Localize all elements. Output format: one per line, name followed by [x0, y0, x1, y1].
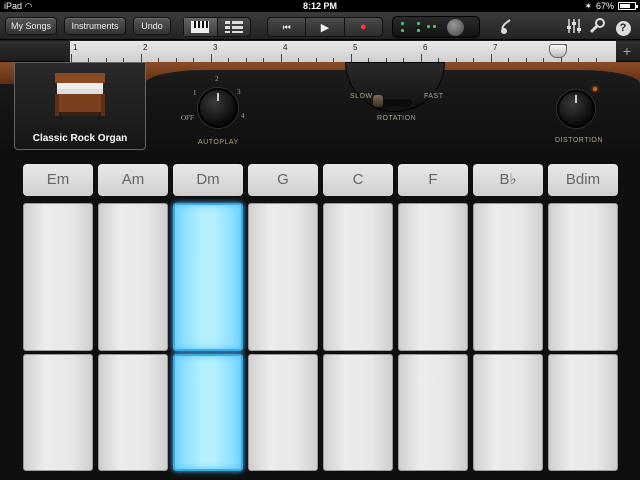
distortion-knob[interactable] — [557, 90, 595, 128]
chord-strip-upper[interactable] — [248, 203, 318, 351]
autoplay-pos-3: 3 — [237, 88, 241, 96]
rotation-fast-label: FAST — [424, 93, 444, 100]
bar-number: 3 — [213, 43, 218, 52]
chord-strip-lower[interactable] — [323, 354, 393, 471]
bar-number: 2 — [143, 43, 148, 52]
playhead-handle[interactable] — [549, 44, 567, 58]
level-led — [417, 29, 420, 32]
rotation-switch-lever[interactable] — [373, 95, 383, 107]
level-led — [427, 25, 430, 28]
settings-wrench-icon[interactable] — [588, 17, 606, 35]
instruments-button[interactable]: Instruments — [64, 17, 126, 35]
battery-percent: 67% — [595, 1, 614, 11]
organ-icon — [55, 73, 105, 116]
chord-label-em[interactable]: Em — [23, 164, 93, 196]
bar-number: 5 — [353, 43, 358, 52]
chord-label-f[interactable]: F — [398, 164, 468, 196]
keyboard-view-button[interactable] — [184, 18, 218, 36]
level-led — [401, 22, 404, 25]
add-section-button[interactable]: + — [618, 43, 636, 59]
chord-strip-upper-active[interactable] — [173, 203, 243, 351]
chord-strip-lower[interactable] — [98, 354, 168, 471]
chord-strip-upper[interactable] — [398, 203, 468, 351]
autoplay-pos-2: 2 — [215, 75, 219, 83]
autoplay-title: AUTOPLAY — [198, 139, 239, 146]
battery-icon — [618, 2, 638, 10]
level-led — [401, 29, 404, 32]
track-view-button[interactable] — [218, 18, 251, 36]
status-time: 8:12 PM — [302, 1, 337, 11]
knob-indicator — [575, 95, 577, 103]
autoplay-pos-1: 1 — [193, 89, 197, 97]
bluetooth-icon: ✶ — [584, 1, 592, 11]
chord-label-g[interactable]: G — [248, 164, 318, 196]
my-songs-button[interactable]: My Songs — [5, 17, 57, 35]
distortion-title: DISTORTION — [555, 137, 603, 144]
record-button[interactable]: ● — [345, 18, 382, 36]
chord-strip-upper[interactable] — [548, 203, 618, 351]
master-volume-lcd[interactable] — [392, 16, 480, 38]
master-volume-knob-icon[interactable] — [447, 19, 464, 36]
chord-strips: Em Am Dm G C F B♭ Bdim — [0, 158, 640, 480]
chord-strip-lower[interactable] — [473, 354, 543, 471]
chord-strip-lower[interactable] — [23, 354, 93, 471]
ruler-track[interactable]: 1 2 3 4 5 6 7 8 — [70, 41, 616, 62]
record-icon: ● — [359, 21, 367, 33]
undo-button[interactable]: Undo — [133, 17, 171, 35]
help-icon: ? — [615, 21, 631, 36]
status-bar: iPad ◠ 8:12 PM ✶ 67% — [0, 0, 640, 12]
instrument-name: Classic Rock Organ — [32, 133, 128, 144]
bar-number: 4 — [283, 43, 288, 52]
help-button[interactable]: ? — [614, 17, 632, 36]
chord-strip-lower-active[interactable] — [173, 354, 243, 471]
chord-label-c[interactable]: C — [323, 164, 393, 196]
bar-number: 1 — [73, 43, 78, 52]
instrument-panel: Classic Rock Organ 1 2 3 4 OFF AUTOPLAY … — [0, 62, 640, 158]
chord-strip-lower[interactable] — [248, 354, 318, 471]
level-led — [433, 25, 436, 28]
chord-strip-upper[interactable] — [98, 203, 168, 351]
distortion-led — [593, 87, 597, 91]
transport-controls: ⏮ ▶ ● — [267, 17, 383, 37]
keyboard-icon — [191, 21, 210, 33]
autoplay-off-label: OFF — [181, 114, 194, 122]
autoplay-knob[interactable] — [198, 88, 238, 128]
mixer-icon[interactable] — [565, 17, 583, 35]
rotation-title: ROTATION — [377, 115, 417, 122]
metronome-icon[interactable] — [498, 17, 516, 35]
rotation-slow-label: SLOW — [350, 93, 373, 100]
chord-strip-lower[interactable] — [398, 354, 468, 471]
chord-strip-lower[interactable] — [548, 354, 618, 471]
chord-label-bflat[interactable]: B♭ — [473, 164, 543, 196]
chord-strip-upper[interactable] — [473, 203, 543, 351]
rewind-icon: ⏮ — [282, 21, 291, 32]
level-led — [417, 22, 420, 25]
bar-number: 7 — [493, 43, 498, 52]
play-icon: ▶ — [320, 21, 330, 34]
chord-strip-upper[interactable] — [23, 203, 93, 351]
status-right: ✶ 67% — [584, 0, 638, 12]
autoplay-pos-4: 4 — [241, 112, 245, 120]
instrument-selector[interactable]: Classic Rock Organ — [14, 62, 146, 150]
rewind-button[interactable]: ⏮ — [268, 18, 307, 36]
chord-label-bdim[interactable]: Bdim — [548, 164, 618, 196]
bar-number: 6 — [423, 43, 428, 52]
knob-indicator — [217, 93, 219, 101]
track-view-icon — [224, 21, 243, 33]
toolbar: My Songs Instruments Undo ⏮ ▶ ● ? — [0, 12, 640, 40]
timeline-ruler[interactable]: 1 2 3 4 5 6 7 8 + — [0, 41, 640, 62]
rotation-switch-track[interactable] — [378, 99, 412, 107]
chord-strip-upper[interactable] — [323, 203, 393, 351]
play-button[interactable]: ▶ — [306, 18, 345, 36]
chord-label-dm[interactable]: Dm — [173, 164, 243, 196]
view-switcher — [183, 17, 251, 37]
chord-label-am[interactable]: Am — [98, 164, 168, 196]
